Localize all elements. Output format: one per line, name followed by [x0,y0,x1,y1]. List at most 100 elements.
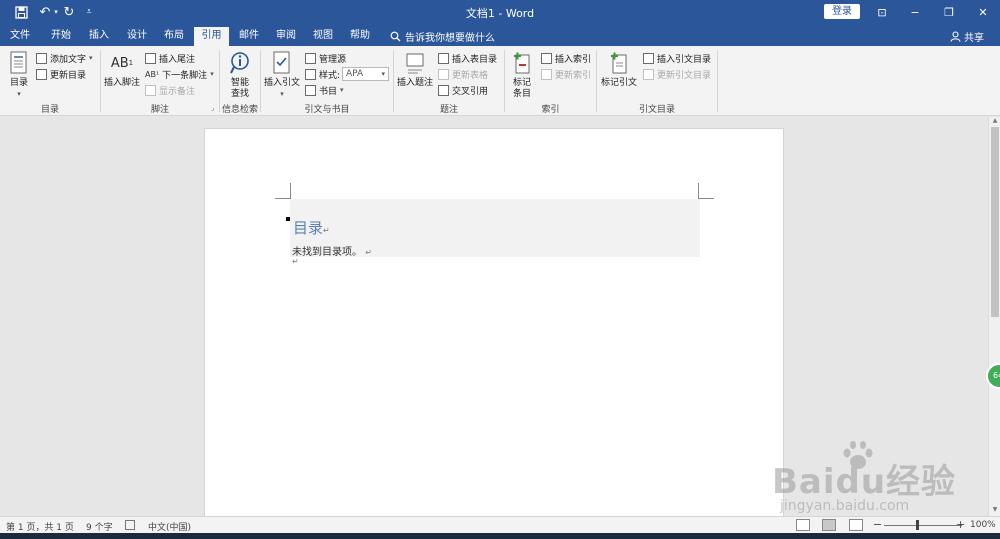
manage-sources-icon [305,52,316,64]
group-label-citations: 引文与书目 [304,105,350,115]
tab-references[interactable]: 引用 [194,27,229,46]
insert-footnote-button[interactable]: AB 1 插入脚注 [104,50,140,89]
restore-button[interactable]: ❐ [932,0,966,24]
scrollbar-thumb[interactable] [991,127,999,317]
tab-help[interactable]: 帮助 [343,27,377,46]
toc-button-label: 目录 [9,78,28,88]
update-toc-label: 更新目录 [50,70,87,81]
watermark-brand: Baidu经验 [772,462,957,502]
mark-entry-icon [510,50,534,76]
insert-table-of-figures-button[interactable]: 插入表目录 [438,51,497,65]
table-of-figures-icon [438,52,449,64]
cross-reference-label: 交叉引用 [452,86,489,97]
tab-file[interactable]: 文件 [4,27,36,46]
ribbon-tabs: 文件 开始 插入 设计 布局 引用 邮件 审阅 视图 帮助 告诉我你想要做什么 … [0,24,1000,46]
ribbon: 目录 ▾ 添加文字 ▾ 更新目录 目录 AB 1 插入脚注 插入尾注 AB¹ 下一… [0,46,1000,116]
tab-design[interactable]: 设计 [120,27,154,46]
page-count[interactable]: 第 1 页，共 1 页 [6,520,74,533]
watermark-url: jingyan.baidu.com [780,498,910,514]
baidu-watermark: Baidu经验 jingyan.baidu.com [760,440,1000,516]
chevron-down-icon: ▾ [381,70,385,78]
insert-index-label: 插入索引 [555,54,592,65]
insert-caption-button[interactable]: 插入题注 [397,50,433,89]
toc-empty-message: 未找到目录项。 ↵ [292,247,372,258]
print-layout-icon[interactable] [822,519,836,531]
toc-button[interactable]: 目录 ▾ [6,50,32,100]
manage-sources-button[interactable]: 管理源 [305,51,346,65]
margin-corner-mark [698,183,714,199]
insert-toa-icon [643,52,654,64]
scroll-up-icon[interactable]: ▲ [989,117,1000,127]
bibliography-button[interactable]: 书目 ▾ [305,83,344,97]
insert-toa-button[interactable]: 插入引文目录 [643,51,711,65]
zoom-out-button[interactable]: − [873,518,882,531]
citation-style-value: APA [346,69,364,79]
update-index-button[interactable]: 更新索引 [541,67,591,81]
toc-icon [7,50,31,76]
show-notes-button[interactable]: 显示备注 [145,83,195,97]
insert-caption-icon [403,50,427,76]
status-bar: 第 1 页，共 1 页 9 个字 中文(中国) − + 100% [0,516,1000,533]
toc-content-control[interactable]: 目录↵ 未找到目录项。 ↵ [290,199,700,258]
next-footnote-button[interactable]: AB¹ 下一条脚注 ▾ [145,67,214,81]
word-count[interactable]: 9 个字 [86,520,113,533]
update-table-icon [438,68,449,80]
tab-view[interactable]: 视图 [306,27,340,46]
zoom-in-button[interactable]: + [956,518,965,531]
cross-reference-button[interactable]: 交叉引用 [438,83,488,97]
proofing-icon[interactable] [125,520,135,530]
footnotes-dialog-launcher-icon[interactable]: ⌟ [211,104,214,112]
smart-lookup-button[interactable]: 智能 查找 [224,50,256,100]
web-layout-icon[interactable] [849,519,863,531]
group-label-research: 信息检索 [221,105,258,115]
ribbon-display-options-icon[interactable]: ⊡ [865,0,899,24]
group-separator [717,50,718,112]
tell-me-box[interactable]: 告诉我你想要做什么 [390,28,495,44]
update-toa-button[interactable]: 更新引文目录 [643,67,711,81]
title-bar: ↶ ▾ ↻ ⩡ 文档1 - Word 登录 ⊡ − ❐ ✕ [0,0,1000,24]
mark-entry-label: 标记 条目 [512,78,531,99]
cross-reference-icon [438,84,449,96]
margin-corner-mark [275,183,291,199]
group-label-footnotes: 脚注 [150,105,169,115]
tab-mailings[interactable]: 邮件 [232,27,266,46]
zoom-slider[interactable] [884,525,962,526]
share-label: 共享 [964,32,984,44]
insert-index-button[interactable]: 插入索引 [541,51,591,65]
tab-layout[interactable]: 布局 [157,27,191,46]
add-text-button[interactable]: 添加文字 ▾ [36,51,93,65]
citation-style-select[interactable]: APA ▾ [342,67,389,81]
update-toc-button[interactable]: 更新目录 [36,67,86,81]
add-text-label: 添加文字 [50,54,87,65]
smart-lookup-icon [228,50,252,76]
manage-sources-label: 管理源 [319,54,347,65]
style-icon [305,68,316,80]
login-button[interactable]: 登录 [824,4,860,19]
tab-home[interactable]: 开始 [44,27,78,46]
tab-review[interactable]: 审阅 [269,27,303,46]
language-indicator[interactable]: 中文(中国) [148,520,191,533]
next-footnote-icon: AB¹ [145,69,160,79]
bibliography-icon [305,84,316,96]
read-mode-icon[interactable] [796,519,810,531]
lightbulb-icon [390,31,401,41]
insert-endnote-button[interactable]: 插入尾注 [145,51,195,65]
insert-citation-label: 插入引文 [264,78,301,88]
person-icon [950,30,961,42]
insert-citation-button[interactable]: 插入引文 ▾ [264,50,300,100]
share-button[interactable]: 共享 [950,28,984,44]
zoom-level[interactable]: 100% [970,520,996,530]
add-text-icon [36,52,47,64]
update-table-button[interactable]: 更新表格 [438,67,488,81]
close-button[interactable]: ✕ [966,0,1000,24]
mark-citation-button[interactable]: 标记引文 [600,50,638,89]
tab-insert[interactable]: 插入 [82,27,116,46]
bibliography-dropdown-icon: ▾ [340,86,344,94]
minimize-button[interactable]: − [898,0,932,24]
update-index-icon [541,68,552,80]
insert-toa-label: 插入引文目录 [657,54,712,65]
zoom-slider-thumb[interactable] [916,520,919,530]
document-page[interactable]: 目录↵ 未找到目录项。 ↵ ↵ [204,128,784,516]
mark-entry-button[interactable]: 标记 条目 [508,50,536,100]
group-label-toc: 目录 [40,105,59,115]
